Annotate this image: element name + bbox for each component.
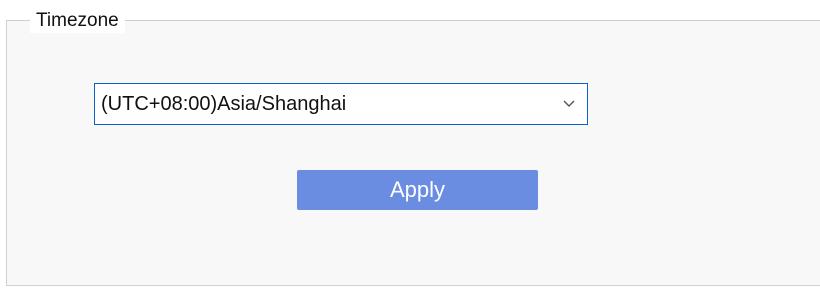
chevron-down-icon — [561, 93, 577, 115]
timezone-selected-value: (UTC+08:00)Asia/Shanghai — [101, 93, 347, 115]
timezone-select[interactable]: (UTC+08:00)Asia/Shanghai — [94, 83, 588, 125]
timezone-groupbox — [6, 20, 820, 286]
apply-button[interactable]: Apply — [297, 170, 538, 210]
timezone-group-title: Timezone — [30, 9, 125, 33]
